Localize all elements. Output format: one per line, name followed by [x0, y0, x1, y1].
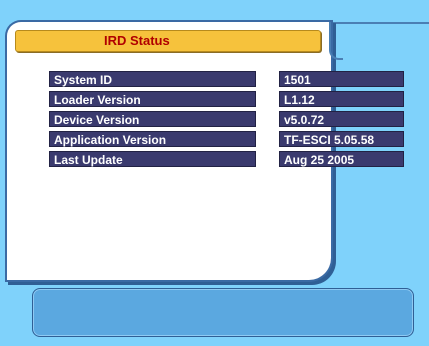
side-tab-edge [329, 22, 343, 60]
ird-status-screen: IRD Status System ID 1501 Loader Version… [0, 0, 429, 346]
page-title: IRD Status [104, 33, 170, 48]
last-update-value: Aug 25 2005 [279, 151, 404, 167]
system-id-value: 1501 [279, 71, 404, 87]
device-version-value: v5.0.72 [279, 111, 404, 127]
loader-version-value: L1.12 [279, 91, 404, 107]
side-tab [331, 22, 429, 60]
message-box [32, 288, 414, 337]
application-version-label: Application Version [49, 131, 256, 147]
last-update-label: Last Update [49, 151, 256, 167]
system-id-label: System ID [49, 71, 256, 87]
title-bar: IRD Status [15, 30, 321, 52]
device-version-label: Device Version [49, 111, 256, 127]
loader-version-label: Loader Version [49, 91, 256, 107]
application-version-value: TF-ESCI 5.05.58 [279, 131, 404, 147]
